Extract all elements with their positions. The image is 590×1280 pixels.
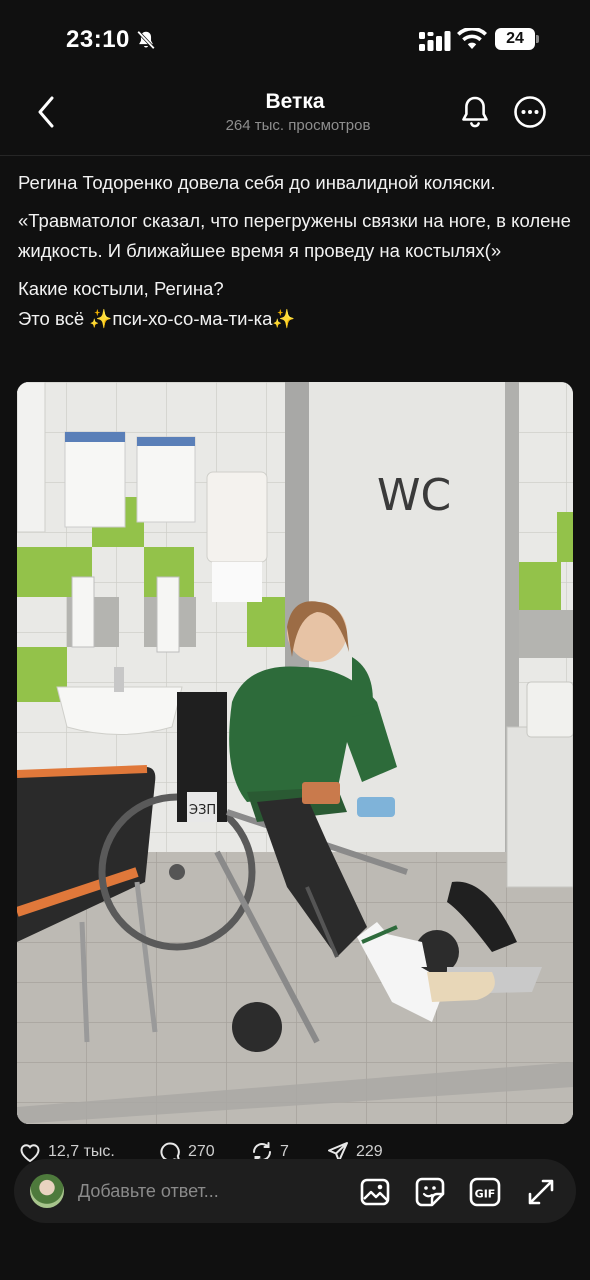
chair-label-text: ЭЗП [189, 803, 216, 818]
image-icon[interactable] [358, 1175, 392, 1209]
nav-bar: Ветка 264 тыс. просмотров [0, 80, 590, 156]
bell-icon[interactable] [458, 94, 492, 130]
door-sign-text: WC [377, 470, 451, 521]
gif-icon[interactable]: GIF [468, 1175, 502, 1209]
post-line-4: Это всё ✨пси-хо-со-ма-ти-ка✨ [18, 308, 296, 329]
post-photo[interactable]: WC ЭЗП [17, 382, 573, 1124]
status-bar: 23:10 24 [0, 0, 590, 80]
post-quote: «Травматолог сказал, что перегружены свя… [18, 210, 571, 261]
post-text: Регина Тодоренко довела себя до инвалидн… [18, 168, 578, 334]
battery-icon: 24 [495, 28, 539, 50]
page-title: Ветка [265, 90, 325, 113]
avatar [30, 1174, 64, 1208]
battery-level: 24 [495, 28, 535, 50]
expand-icon[interactable] [524, 1175, 558, 1209]
post-line-1: Регина Тодоренко довела себя до инвалидн… [18, 172, 496, 193]
svg-text:GIF: GIF [475, 1188, 496, 1201]
signal-icon [419, 31, 451, 51]
sticker-icon[interactable] [413, 1175, 447, 1209]
status-time: 23:10 [66, 26, 130, 53]
reply-bar: GIF [14, 1159, 576, 1223]
more-icon[interactable] [512, 94, 548, 130]
wifi-icon [457, 28, 487, 49]
post-line-3: Какие костыли, Регина? [18, 278, 224, 299]
views-count: 264 тыс. просмотров [225, 117, 371, 134]
battery-tip [536, 35, 539, 43]
bell-off-icon [137, 30, 155, 50]
reply-input[interactable] [78, 1177, 348, 1205]
photo-illustration: WC ЭЗП [17, 382, 573, 1124]
